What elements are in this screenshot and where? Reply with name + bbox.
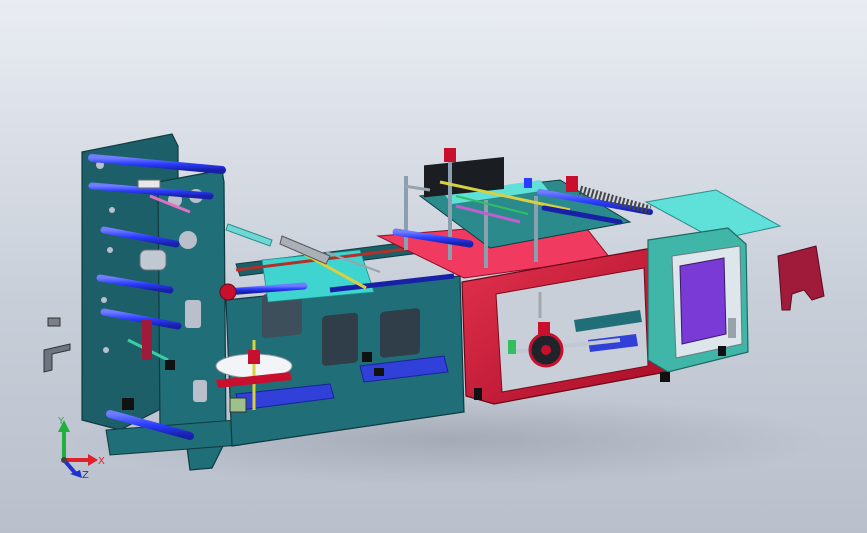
- plate-slot: [193, 380, 207, 402]
- cabinet-foot[interactable]: [718, 346, 726, 356]
- plate-hole: [179, 231, 197, 249]
- small-block[interactable]: [47, 317, 61, 327]
- frame-window: [322, 312, 358, 366]
- post-cap[interactable]: [444, 148, 456, 162]
- cabinet-window[interactable]: [679, 257, 727, 345]
- red-clamp[interactable]: [142, 320, 152, 360]
- detached-guide-plate[interactable]: [225, 223, 273, 247]
- output-cabinet[interactable]: [644, 189, 782, 382]
- y-axis-label: Y: [57, 416, 65, 427]
- frame-window: [380, 308, 420, 358]
- disc-hub[interactable]: [248, 350, 260, 364]
- detached-part[interactable]: [777, 245, 825, 311]
- drive-motor[interactable]: [122, 398, 134, 410]
- angle-bracket[interactable]: [43, 343, 71, 373]
- cad-viewport[interactable]: Y X Z: [0, 0, 867, 533]
- roller-bracket[interactable]: [566, 176, 578, 192]
- machine-assembly-model[interactable]: Y X Z: [0, 0, 867, 533]
- cutter-arm[interactable]: [538, 322, 550, 336]
- unwind-mandrel[interactable]: [139, 249, 167, 271]
- green-sensor[interactable]: [508, 340, 516, 354]
- plate-hole: [107, 247, 113, 253]
- cabinet-foot[interactable]: [660, 372, 670, 382]
- triad-origin: [61, 457, 67, 463]
- drive-motor[interactable]: [165, 360, 175, 370]
- sensor-block[interactable]: [362, 352, 372, 362]
- plate-hole: [109, 207, 115, 213]
- roller-bracket[interactable]: [137, 179, 161, 189]
- x-axis-label: X: [98, 456, 105, 467]
- sensor-block[interactable]: [374, 368, 384, 376]
- plate-hole: [101, 297, 107, 303]
- unwind-frame[interactable]: [81, 133, 241, 471]
- plate-hole: [103, 347, 109, 353]
- plate-slot: [185, 300, 201, 328]
- exploded-brackets[interactable]: [43, 317, 71, 373]
- housing-foot[interactable]: [474, 388, 482, 400]
- cutter-hub[interactable]: [541, 345, 551, 355]
- gear-cluster[interactable]: [229, 397, 247, 413]
- z-axis-label: Z: [82, 470, 89, 481]
- control-panel[interactable]: [728, 318, 736, 338]
- drive-wheel[interactable]: [219, 283, 237, 301]
- post-cap[interactable]: [524, 178, 532, 188]
